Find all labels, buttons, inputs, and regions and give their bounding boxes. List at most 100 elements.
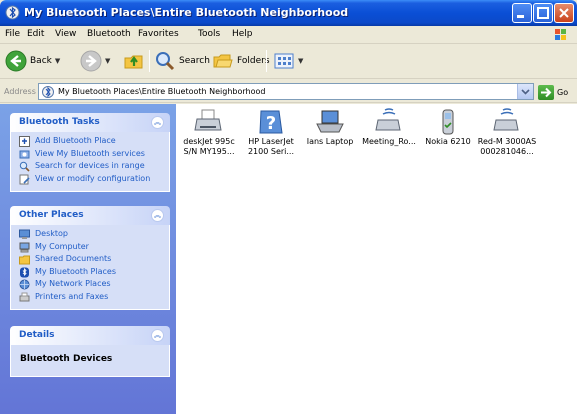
task-search-devices[interactable]: Search for devices in range — [11, 160, 169, 173]
add-place-icon — [19, 136, 30, 147]
collapse-icon[interactable]: ︽ — [151, 116, 164, 129]
network-access-icon — [375, 108, 401, 131]
minimize-button[interactable] — [512, 3, 532, 23]
place-label: My Computer — [35, 241, 89, 251]
back-arrow-icon — [5, 50, 27, 72]
device-hp-laserjet[interactable]: ? HP LaserJet 2100 Seri... — [238, 108, 304, 157]
file-view[interactable]: deskJet 995c S/N MY195... ? HP LaserJet … — [176, 104, 577, 414]
collapse-icon[interactable]: ︽ — [151, 329, 164, 342]
place-label: Shared Documents — [35, 254, 112, 263]
menu-view[interactable]: View — [55, 29, 76, 39]
address-input[interactable]: My Bluetooth Places\Entire Bluetooth Nei… — [38, 83, 534, 100]
toolbar-separator — [266, 50, 267, 72]
details-panel: Details ︽ Bluetooth Devices — [10, 326, 170, 377]
network-places-icon — [19, 279, 30, 290]
task-label: Add Bluetooth Place — [35, 136, 116, 145]
inkjet-printer-icon — [194, 109, 222, 131]
shared-documents-icon — [19, 255, 30, 265]
forward-dropdown-icon[interactable]: ▼ — [105, 57, 110, 65]
search-icon — [156, 52, 175, 71]
device-nokia[interactable]: Nokia 6210 — [415, 108, 481, 147]
mobile-phone-icon — [442, 109, 454, 135]
unknown-device-icon: ? — [259, 110, 283, 134]
back-button[interactable]: Back ▼ — [5, 49, 60, 73]
menu-edit[interactable]: Edit — [27, 29, 44, 39]
details-header[interactable]: Details ︽ — [10, 326, 170, 345]
device-label: Ians Laptop — [306, 137, 354, 146]
place-label: My Network Places — [35, 279, 111, 288]
go-button[interactable]: Go — [538, 84, 568, 100]
collapse-icon[interactable]: ︽ — [151, 209, 164, 222]
search-button[interactable]: Search — [154, 49, 210, 73]
panel-body: Desktop My Computer Shared Documents My … — [10, 225, 170, 310]
panel-title: Bluetooth Tasks — [19, 117, 100, 127]
views-dropdown-icon[interactable]: ▼ — [298, 57, 303, 65]
address-bar: Address My Bluetooth Places\Entire Bluet… — [0, 80, 577, 103]
task-label: Search for devices in range — [35, 161, 145, 170]
place-desktop[interactable]: Desktop — [11, 228, 169, 241]
place-my-bluetooth-places[interactable]: My Bluetooth Places — [11, 266, 169, 279]
views-button[interactable]: ▼ — [273, 49, 303, 73]
panel-title: Details — [19, 330, 55, 340]
menu-help[interactable]: Help — [232, 29, 253, 39]
search-devices-icon — [19, 161, 30, 172]
explorer-window: My Bluetooth Places\Entire Bluetooth Nei… — [0, 0, 577, 414]
address-dropdown-button[interactable] — [517, 84, 533, 99]
close-button[interactable] — [554, 3, 574, 23]
device-meeting-room[interactable]: Meeting_Ro... — [356, 108, 422, 147]
forward-button[interactable]: ▼ — [80, 49, 110, 73]
place-my-computer[interactable]: My Computer — [11, 241, 169, 254]
window-title: My Bluetooth Places\Entire Bluetooth Nei… — [24, 6, 349, 19]
other-places-panel: Other Places ︽ Desktop My Computer Share… — [10, 206, 170, 310]
bluetooth-tasks-panel: Bluetooth Tasks ︽ Add Bluetooth Place Vi… — [10, 113, 170, 192]
title-bar[interactable]: My Bluetooth Places\Entire Bluetooth Nei… — [0, 0, 577, 26]
configuration-icon — [19, 174, 30, 184]
bluetooth-places-icon — [20, 267, 29, 277]
panel-body: Bluetooth Devices — [10, 345, 170, 377]
device-label: deskJet 995c S/N MY195... — [183, 137, 235, 156]
svg-text:?: ? — [266, 113, 276, 134]
up-folder-button[interactable] — [123, 49, 145, 73]
go-arrow-icon — [538, 84, 554, 100]
folders-label: Folders — [237, 56, 270, 66]
toolbar: Back ▼ ▼ Search Folders ▼ — [0, 44, 577, 79]
task-add-bluetooth-place[interactable]: Add Bluetooth Place — [11, 135, 169, 148]
place-printers-faxes[interactable]: Printers and Faxes — [11, 291, 169, 304]
minimize-icon — [517, 15, 524, 18]
maximize-button[interactable] — [533, 3, 553, 23]
task-label: View or modify configuration — [35, 173, 151, 183]
folders-button[interactable]: Folders — [212, 49, 270, 73]
other-places-header[interactable]: Other Places ︽ — [10, 206, 170, 225]
device-label: Nokia 6210 — [425, 137, 471, 146]
network-access-point-icon — [493, 108, 519, 131]
address-label: Address — [4, 87, 36, 96]
device-label: Meeting_Ro... — [362, 137, 416, 146]
maximize-icon — [537, 7, 549, 19]
bluetooth-tasks-header[interactable]: Bluetooth Tasks ︽ — [10, 113, 170, 132]
bluetooth-places-icon — [5, 5, 20, 20]
device-deskjet[interactable]: deskJet 995c S/N MY195... — [176, 108, 242, 157]
view-services-icon — [19, 150, 30, 158]
menu-tools[interactable]: Tools — [198, 29, 220, 39]
menu-bluetooth[interactable]: Bluetooth — [87, 29, 131, 39]
menu-favorites[interactable]: Favorites — [138, 29, 179, 39]
task-pane: Bluetooth Tasks ︽ Add Bluetooth Place Vi… — [0, 104, 176, 414]
task-view-services[interactable]: View My Bluetooth services — [11, 148, 169, 161]
up-folder-icon — [124, 55, 143, 69]
menu-file[interactable]: File — [5, 29, 20, 39]
details-text: Bluetooth Devices — [20, 354, 113, 364]
place-my-network-places[interactable]: My Network Places — [11, 278, 169, 291]
views-icon — [274, 53, 294, 69]
back-dropdown-icon[interactable]: ▼ — [55, 57, 60, 65]
device-ians-laptop[interactable]: Ians Laptop — [297, 108, 363, 147]
address-path: My Bluetooth Places\Entire Bluetooth Nei… — [58, 87, 266, 96]
place-label: Desktop — [35, 229, 68, 238]
device-red-m[interactable]: Red-M 3000AS 000281046... — [474, 108, 540, 157]
place-shared-documents[interactable]: Shared Documents — [11, 253, 169, 266]
device-label: HP LaserJet 2100 Seri... — [247, 137, 295, 156]
device-label: Red-M 3000AS 000281046... — [477, 137, 537, 156]
chevron-down-icon — [521, 89, 530, 95]
task-label: View My Bluetooth services — [35, 148, 145, 158]
task-view-configuration[interactable]: View or modify configuration — [11, 173, 169, 186]
panel-body: Add Bluetooth Place View My Bluetooth se… — [10, 132, 170, 192]
